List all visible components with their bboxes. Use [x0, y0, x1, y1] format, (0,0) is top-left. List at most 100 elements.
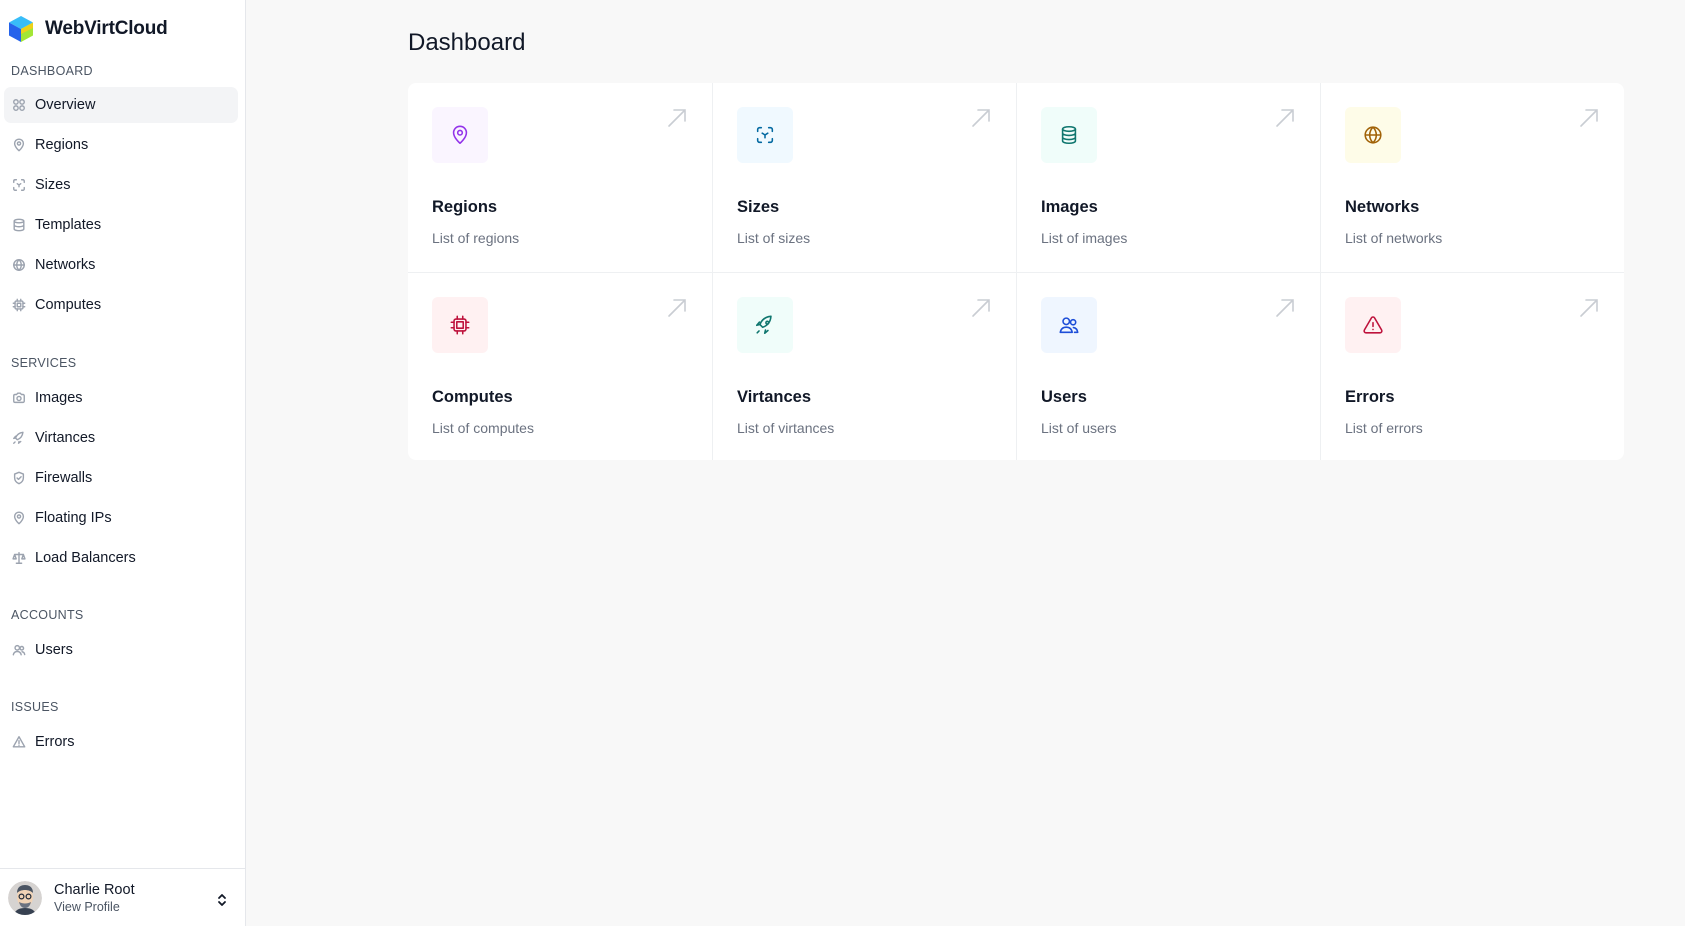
sidebar-item-networks[interactable]: Networks	[4, 247, 238, 283]
sidebar-item-label: Networks	[35, 257, 96, 273]
section-label-issues: ISSUES	[11, 700, 59, 714]
card-title: Images	[1041, 198, 1098, 216]
arrow-up-right-icon	[666, 297, 688, 319]
arrow-up-right-icon	[970, 107, 992, 129]
sidebar-item-floating-ips[interactable]: Floating IPs	[4, 500, 238, 536]
sidebar-item-label: Overview	[35, 97, 96, 113]
users-icon	[8, 639, 30, 661]
sidebar-item-label: Load Balancers	[35, 550, 136, 566]
card-description: List of images	[1041, 230, 1128, 246]
scale-icon	[8, 547, 30, 569]
card-title: Virtances	[737, 387, 811, 406]
chip-icon	[8, 294, 30, 316]
dashboard-cards: Regions List of regions Sizes List of si…	[408, 83, 1624, 460]
view-profile-link[interactable]: View Profile	[54, 900, 135, 914]
section-label-services: SERVICES	[11, 356, 77, 370]
card-icon-box	[432, 107, 488, 163]
sidebar-item-virtances[interactable]: Virtances	[4, 420, 238, 456]
warning-icon	[8, 731, 30, 753]
card-description: List of networks	[1345, 230, 1443, 246]
section-label-accounts: ACCOUNTS	[11, 608, 84, 622]
sidebar: WebVirtCloud DASHBOARD Overview Regions …	[0, 0, 246, 926]
brand[interactable]: WebVirtCloud	[8, 14, 168, 44]
avatar	[8, 880, 42, 915]
globe-icon	[8, 254, 30, 276]
card-icon-box	[432, 296, 488, 353]
sidebar-item-label: Users	[35, 642, 73, 658]
card-title: Users	[1041, 387, 1087, 406]
sidebar-item-firewalls[interactable]: Firewalls	[4, 460, 238, 496]
sidebar-item-label: Floating IPs	[35, 510, 112, 526]
card-description: List of virtances	[737, 419, 835, 436]
chip-icon	[450, 315, 470, 334]
sidebar-item-users[interactable]: Users	[4, 632, 238, 668]
chevron-up-down-icon[interactable]	[216, 893, 228, 907]
card-networks[interactable]: Networks List of networks	[1320, 83, 1624, 272]
cube-logo-icon	[9, 16, 33, 42]
sidebar-item-label: Images	[35, 390, 83, 406]
sidebar-item-templates[interactable]: Templates	[4, 207, 238, 243]
database-icon	[1061, 125, 1077, 145]
card-sizes[interactable]: Sizes List of sizes	[712, 83, 1016, 272]
shield-icon	[8, 467, 30, 489]
page-title: Dashboard	[408, 29, 526, 56]
card-description: List of errors	[1345, 419, 1423, 436]
sidebar-item-images[interactable]: Images	[4, 380, 238, 416]
card-title: Sizes	[737, 198, 780, 216]
card-description: List of computes	[432, 419, 534, 436]
card-description: List of users	[1041, 419, 1117, 436]
sidebar-item-label: Computes	[35, 297, 102, 313]
card-virtances[interactable]: Virtances List of virtances	[712, 271, 1016, 460]
card-icon-box	[737, 296, 793, 353]
map-pin-icon	[8, 134, 30, 156]
card-title: Errors	[1345, 387, 1395, 406]
sidebar-item-regions[interactable]: Regions	[4, 127, 238, 163]
rocket-icon	[755, 315, 772, 334]
card-images[interactable]: Images List of images	[1016, 83, 1320, 272]
sidebar-item-label: Sizes	[35, 177, 71, 193]
arrow-up-right-icon	[1578, 297, 1600, 319]
sidebar-item-sizes[interactable]: Sizes	[4, 167, 238, 203]
card-icon-box	[1345, 107, 1401, 163]
brand-name: WebVirtCloud	[45, 18, 168, 39]
card-users[interactable]: Users List of users	[1016, 271, 1320, 460]
scan-icon	[8, 174, 30, 196]
scan-icon	[756, 126, 774, 144]
card-icon-box	[1041, 296, 1097, 353]
section-label-dashboard: DASHBOARD	[11, 64, 93, 78]
map-pin-icon	[452, 125, 468, 145]
globe-icon	[1364, 126, 1382, 144]
card-title: Networks	[1345, 198, 1420, 216]
database-icon	[8, 214, 30, 236]
card-regions[interactable]: Regions List of regions	[408, 83, 712, 272]
card-icon-box	[737, 107, 793, 163]
sidebar-item-label: Firewalls	[35, 470, 93, 486]
card-icon-box	[1041, 107, 1097, 163]
profile-menu[interactable]: Charlie Root View Profile	[0, 868, 246, 926]
grid-icon	[8, 94, 30, 116]
sidebar-item-label: Virtances	[35, 430, 96, 446]
card-title: Computes	[432, 387, 513, 406]
sidebar-item-label: Regions	[35, 137, 89, 153]
users-icon	[1059, 316, 1079, 333]
card-description: List of regions	[432, 230, 520, 246]
sidebar-item-label: Errors	[35, 734, 75, 750]
card-errors[interactable]: Errors List of errors	[1320, 271, 1624, 460]
arrow-up-right-icon	[1274, 107, 1296, 129]
card-description: List of sizes	[737, 230, 811, 246]
arrow-up-right-icon	[970, 297, 992, 319]
card-icon-box	[1345, 296, 1401, 353]
camera-icon	[8, 387, 30, 409]
arrow-up-right-icon	[1578, 107, 1600, 129]
profile-name: Charlie Root	[54, 881, 135, 898]
map-pin-icon	[8, 507, 30, 529]
sidebar-item-computes[interactable]: Computes	[4, 287, 238, 323]
card-computes[interactable]: Computes List of computes	[408, 271, 712, 461]
rocket-icon	[8, 427, 30, 449]
sidebar-item-load-balancers[interactable]: Load Balancers	[4, 540, 238, 576]
sidebar-item-overview[interactable]: Overview	[4, 87, 238, 123]
sidebar-item-label: Templates	[35, 217, 102, 233]
card-title: Regions	[432, 198, 498, 216]
arrow-up-right-icon	[1274, 297, 1296, 319]
sidebar-item-errors[interactable]: Errors	[4, 724, 238, 760]
